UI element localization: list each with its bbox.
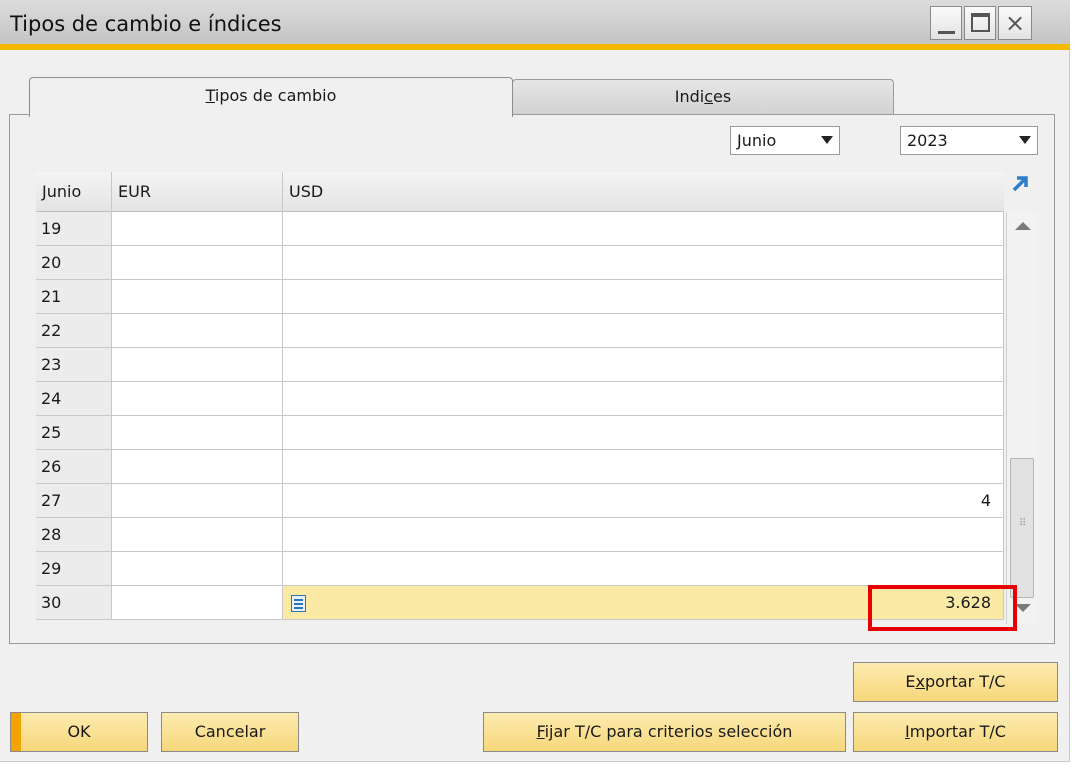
button-label: Cancelar bbox=[194, 722, 266, 741]
button-label: portar T/C bbox=[924, 672, 1006, 691]
maximize-button[interactable] bbox=[964, 6, 996, 40]
column-header-day[interactable]: Junio bbox=[36, 172, 112, 212]
eur-cell[interactable] bbox=[112, 246, 283, 280]
minimize-icon bbox=[938, 31, 955, 34]
tab-label: Indi bbox=[674, 87, 705, 106]
expand-arrow-icon[interactable] bbox=[1008, 172, 1032, 196]
row-day: 22 bbox=[36, 314, 112, 348]
tab-tipos-de-cambio[interactable]: Tipos de cambio bbox=[29, 77, 513, 117]
export-rates-button[interactable]: Exportar T/C bbox=[853, 662, 1058, 702]
usd-cell[interactable] bbox=[283, 280, 1004, 314]
table-row[interactable]: 27 4 bbox=[36, 484, 1004, 518]
table-row[interactable]: 24 bbox=[36, 382, 1004, 416]
row-day: 27 bbox=[36, 484, 112, 518]
row-day: 25 bbox=[36, 416, 112, 450]
eur-cell[interactable] bbox=[112, 382, 283, 416]
table-row[interactable]: 26 bbox=[36, 450, 1004, 484]
eur-cell[interactable] bbox=[112, 212, 283, 246]
column-header-usd[interactable]: USD bbox=[283, 172, 1004, 212]
minimize-button[interactable] bbox=[930, 6, 962, 40]
window-title: Tipos de cambio e índices bbox=[10, 12, 282, 36]
close-icon: × bbox=[1005, 9, 1026, 37]
title-bar[interactable]: Tipos de cambio e índices × bbox=[0, 0, 1070, 50]
button-accent bbox=[11, 713, 21, 751]
tab-label: ipos de cambio bbox=[214, 86, 337, 105]
row-day: 29 bbox=[36, 552, 112, 586]
grip-icon: ⠿ bbox=[1019, 518, 1028, 529]
eur-cell[interactable] bbox=[112, 450, 283, 484]
button-mnemonic: F bbox=[536, 722, 545, 741]
row-day: 24 bbox=[36, 382, 112, 416]
button-label: E bbox=[905, 672, 916, 691]
eur-cell[interactable] bbox=[112, 518, 283, 552]
scroll-up-icon[interactable] bbox=[1015, 222, 1031, 230]
table-row[interactable]: 21 bbox=[36, 280, 1004, 314]
row-day: 20 bbox=[36, 246, 112, 280]
button-label: OK bbox=[67, 722, 91, 741]
month-select-value: Junio bbox=[737, 131, 777, 150]
row-day: 26 bbox=[36, 450, 112, 484]
row-day: 19 bbox=[36, 212, 112, 246]
dropdown-arrow-icon[interactable] bbox=[1019, 136, 1031, 144]
eur-cell[interactable] bbox=[112, 552, 283, 586]
tab-label-mnemonic: c bbox=[704, 87, 714, 106]
eur-cell[interactable] bbox=[112, 348, 283, 382]
tab-label-mnemonic: T bbox=[205, 86, 215, 105]
vertical-scrollbar[interactable]: ⠿ bbox=[1006, 212, 1038, 624]
eur-cell[interactable] bbox=[112, 314, 283, 348]
set-rates-for-selection-button[interactable]: Fijar T/C para criterios selección bbox=[483, 712, 846, 752]
calculator-icon[interactable] bbox=[291, 595, 306, 612]
usd-cell-editing[interactable]: 3.628 bbox=[283, 586, 1004, 620]
eur-cell[interactable] bbox=[112, 586, 283, 620]
usd-cell[interactable]: 4 bbox=[283, 484, 1004, 518]
usd-value: 3.628 bbox=[945, 593, 991, 612]
column-header-eur[interactable]: EUR bbox=[112, 172, 283, 212]
row-day: 30 bbox=[36, 586, 112, 620]
maximize-icon bbox=[971, 13, 990, 32]
usd-cell[interactable] bbox=[283, 450, 1004, 484]
ok-button[interactable]: OK bbox=[10, 712, 148, 752]
tab-label: es bbox=[713, 87, 732, 106]
table-row[interactable]: 20 bbox=[36, 246, 1004, 280]
table-row[interactable]: 19 bbox=[36, 212, 1004, 246]
grid-header: Junio EUR USD bbox=[36, 172, 1004, 212]
row-day: 21 bbox=[36, 280, 112, 314]
table-row[interactable]: 25 bbox=[36, 416, 1004, 450]
tab-indices[interactable]: Indices bbox=[512, 79, 894, 114]
button-mnemonic: x bbox=[915, 672, 925, 691]
dropdown-arrow-icon[interactable] bbox=[821, 136, 833, 144]
row-day: 28 bbox=[36, 518, 112, 552]
year-select[interactable]: 2023 bbox=[900, 126, 1038, 155]
table-row[interactable]: 23 bbox=[36, 348, 1004, 382]
usd-cell[interactable] bbox=[283, 518, 1004, 552]
usd-cell[interactable] bbox=[283, 314, 1004, 348]
scrollbar-thumb[interactable]: ⠿ bbox=[1010, 458, 1034, 598]
table-row[interactable]: 22 bbox=[36, 314, 1004, 348]
table-row-selected[interactable]: 30 3.628 bbox=[36, 586, 1004, 620]
table-row[interactable]: 28 bbox=[36, 518, 1004, 552]
close-button[interactable]: × bbox=[998, 6, 1032, 40]
cancel-button[interactable]: Cancelar bbox=[161, 712, 299, 752]
eur-cell[interactable] bbox=[112, 484, 283, 518]
table-row[interactable]: 29 bbox=[36, 552, 1004, 586]
usd-cell[interactable] bbox=[283, 552, 1004, 586]
month-select[interactable]: Junio bbox=[730, 126, 840, 155]
usd-cell[interactable] bbox=[283, 246, 1004, 280]
usd-cell[interactable] bbox=[283, 348, 1004, 382]
usd-cell[interactable] bbox=[283, 416, 1004, 450]
usd-cell[interactable] bbox=[283, 212, 1004, 246]
button-label: mportar T/C bbox=[909, 722, 1006, 741]
button-label: ijar T/C para criterios selección bbox=[544, 722, 793, 741]
year-select-value: 2023 bbox=[907, 131, 948, 150]
eur-cell[interactable] bbox=[112, 280, 283, 314]
row-day: 23 bbox=[36, 348, 112, 382]
exchange-rates-window: Tipos de cambio e índices × Tipos de cam… bbox=[0, 0, 1070, 762]
usd-cell[interactable] bbox=[283, 382, 1004, 416]
eur-cell[interactable] bbox=[112, 416, 283, 450]
import-rates-button[interactable]: Importar T/C bbox=[853, 712, 1058, 752]
scroll-down-icon[interactable] bbox=[1015, 604, 1031, 612]
